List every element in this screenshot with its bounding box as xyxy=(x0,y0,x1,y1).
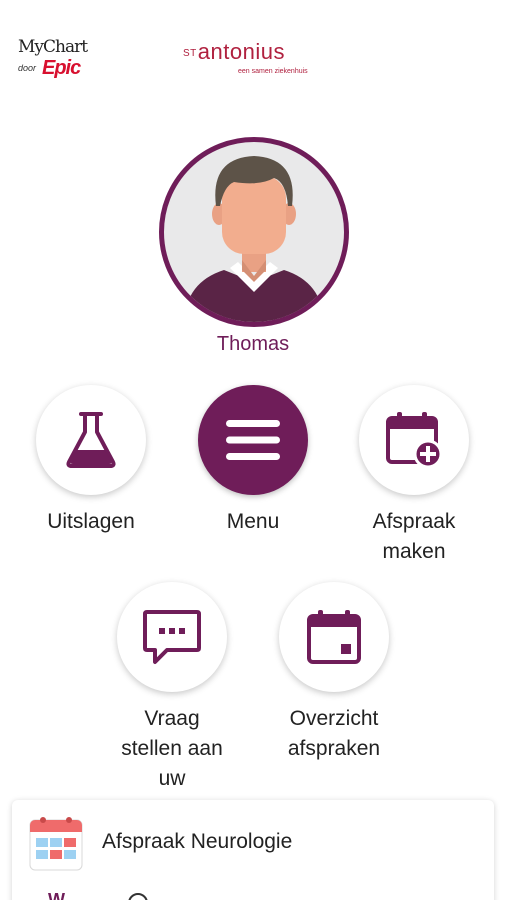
menu-button-label: Menu xyxy=(226,510,280,533)
ask-question-button[interactable]: Vraag stellen aan uw xyxy=(97,582,247,794)
epic-logo-text: Epic xyxy=(42,57,81,79)
ask-question-button-label: Vraag stellen aan uw xyxy=(121,707,223,790)
menu-button[interactable]: Menu xyxy=(178,385,328,537)
calendar-add-icon xyxy=(386,412,443,469)
hospital-logo-tagline: een samen ziekenhuis xyxy=(238,68,308,75)
calendar-icon xyxy=(307,610,361,664)
mychart-logo-door: door xyxy=(18,63,37,73)
results-button[interactable]: Uitslagen xyxy=(16,385,166,537)
message-icon xyxy=(143,610,201,664)
app-header: MyChart door Epic STantonius een samen z… xyxy=(0,0,506,100)
profile-name[interactable]: Thomas xyxy=(0,333,506,356)
clock-icon xyxy=(128,893,148,900)
hospital-logo-prefix: ST xyxy=(183,48,197,59)
flask-icon xyxy=(66,412,116,468)
make-appointment-button-label: Afspraak maken xyxy=(372,510,456,563)
mychart-logo: MyChart door Epic xyxy=(18,38,98,84)
appointment-day: W xyxy=(48,890,65,900)
upcoming-appointment-card[interactable]: Afspraak Neurologie W xyxy=(12,800,494,900)
appointments-overview-button[interactable]: Overzicht afspraken xyxy=(259,582,409,764)
mychart-logo-text: MyChart xyxy=(18,37,88,57)
appointment-title: Afspraak Neurologie xyxy=(102,830,293,853)
results-button-label: Uitslagen xyxy=(47,510,135,533)
person-avatar-icon[interactable] xyxy=(159,137,349,327)
hospital-logo: STantonius een samen ziekenhuis xyxy=(183,40,328,82)
make-appointment-button[interactable]: Afspraak maken xyxy=(339,385,489,567)
menu-icon xyxy=(226,420,280,460)
appointment-details-row: W xyxy=(48,890,488,900)
calendar-colored-icon xyxy=(28,814,84,877)
appointments-overview-button-label: Overzicht afspraken xyxy=(287,707,381,760)
hospital-logo-name: antonius xyxy=(197,39,285,64)
